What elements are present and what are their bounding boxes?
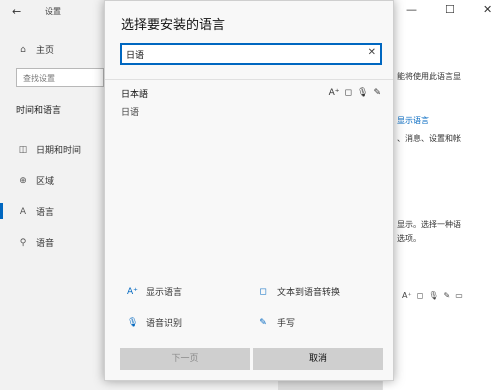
settings-nav-pane: ← 设置 ⌂ 主页 查找设置 时间和语言 ◫ 日期和时间 ⊕ 区域 A 语言 ⚲… [0,0,106,390]
clear-icon[interactable]: ✕ [368,47,376,58]
feature-display-language: A⁺ 显示语言 [127,285,183,299]
feature-text-to-speech: ◻ 文本到语音转换 [258,285,341,299]
language-result-item[interactable]: 日本語 日语 A⁺ ◻ 🎙 ✎ [121,85,383,121]
nav-item-label: 日期和时间 [36,146,82,156]
active-nav-indicator [0,203,3,219]
keyboard-icon: ▭ [455,291,463,300]
microphone-icon: 🎙 [428,291,439,300]
nav-item-label: 语言 [36,208,55,218]
next-button[interactable]: 下一页 [120,348,250,370]
section-title: 时间和语言 [16,106,62,116]
nav-item-region[interactable]: ⊕ 区域 [18,174,55,188]
language-search-input[interactable] [126,47,356,61]
feature-label: 显示语言 [146,288,183,298]
calendar-icon: ◫ [18,144,28,155]
window-title: 设置 [45,7,61,16]
language-native-name: 日本語 [121,90,149,100]
settings-content-pane [382,0,500,390]
handwriting-icon: ✎ [373,88,381,98]
feature-handwriting: ✎ 手写 [258,316,296,330]
language-local-name: 日语 [121,108,140,118]
nav-item-home[interactable]: ⌂ 主页 [18,43,55,57]
choose-language-dialog: 选择要安装的语言 ✕ 日本語 日语 A⁺ ◻ 🎙 ✎ A⁺ 显示语言 ◻ 文本到… [104,0,394,381]
content-text: 选项。 [397,234,421,243]
handwriting-icon: ✎ [443,291,451,300]
nav-item-language[interactable]: A 语言 [18,205,55,219]
content-text: 能将使用此语言显 [397,72,461,81]
display-language-icon: A⁺ [328,88,340,98]
nav-item-date-time[interactable]: ◫ 日期和时间 [18,143,82,157]
display-language-icon: A⁺ [127,286,138,297]
taskbar-fragment [278,380,382,390]
result-feature-icons: A⁺ ◻ 🎙 ✎ [329,88,381,98]
feature-speech-recognition: 🎙 语音识别 [127,316,183,330]
cancel-button[interactable]: 取消 [253,348,383,370]
handwriting-icon: ✎ [259,317,267,328]
nav-item-label: 区域 [36,177,55,187]
text-to-speech-icon: ◻ [416,291,424,300]
display-language-link[interactable]: 显示语言 [397,115,429,126]
content-text: 、消息、设置和帐 [397,134,461,143]
text-to-speech-icon: ◻ [259,286,267,297]
nav-item-speech[interactable]: ⚲ 语音 [18,236,55,250]
language-icon: A [19,206,27,217]
nav-item-label: 语音 [36,239,55,249]
nav-item-label: 主页 [36,46,55,56]
microphone-icon: 🎙 [357,88,369,98]
language-search-box[interactable]: ✕ [120,43,382,65]
content-text: 显示。选择一种语 [397,220,461,229]
microphone-icon: 🎙 [127,317,139,328]
settings-search-input[interactable]: 查找设置 [16,68,104,87]
minimize-icon[interactable]: — [406,3,417,16]
close-icon[interactable]: ✕ [483,3,492,16]
dialog-title: 选择要安装的语言 [121,18,226,33]
display-language-icon: A⁺ [402,291,412,300]
feature-label: 语音识别 [146,319,183,329]
language-feature-icons: A⁺ ◻ 🎙 ✎ ▭ [402,291,463,300]
globe-icon: ⊕ [19,175,27,186]
window-titlebar: — ☐ ✕ [382,0,500,24]
home-icon: ⌂ [20,44,26,55]
back-arrow-icon[interactable]: ← [12,5,26,19]
feature-label: 手写 [277,319,296,329]
microphone-icon: ⚲ [19,237,27,248]
maximize-icon[interactable]: ☐ [445,3,455,16]
feature-label: 文本到语音转换 [277,288,341,298]
text-to-speech-icon: ◻ [344,88,353,98]
divider [105,79,393,80]
